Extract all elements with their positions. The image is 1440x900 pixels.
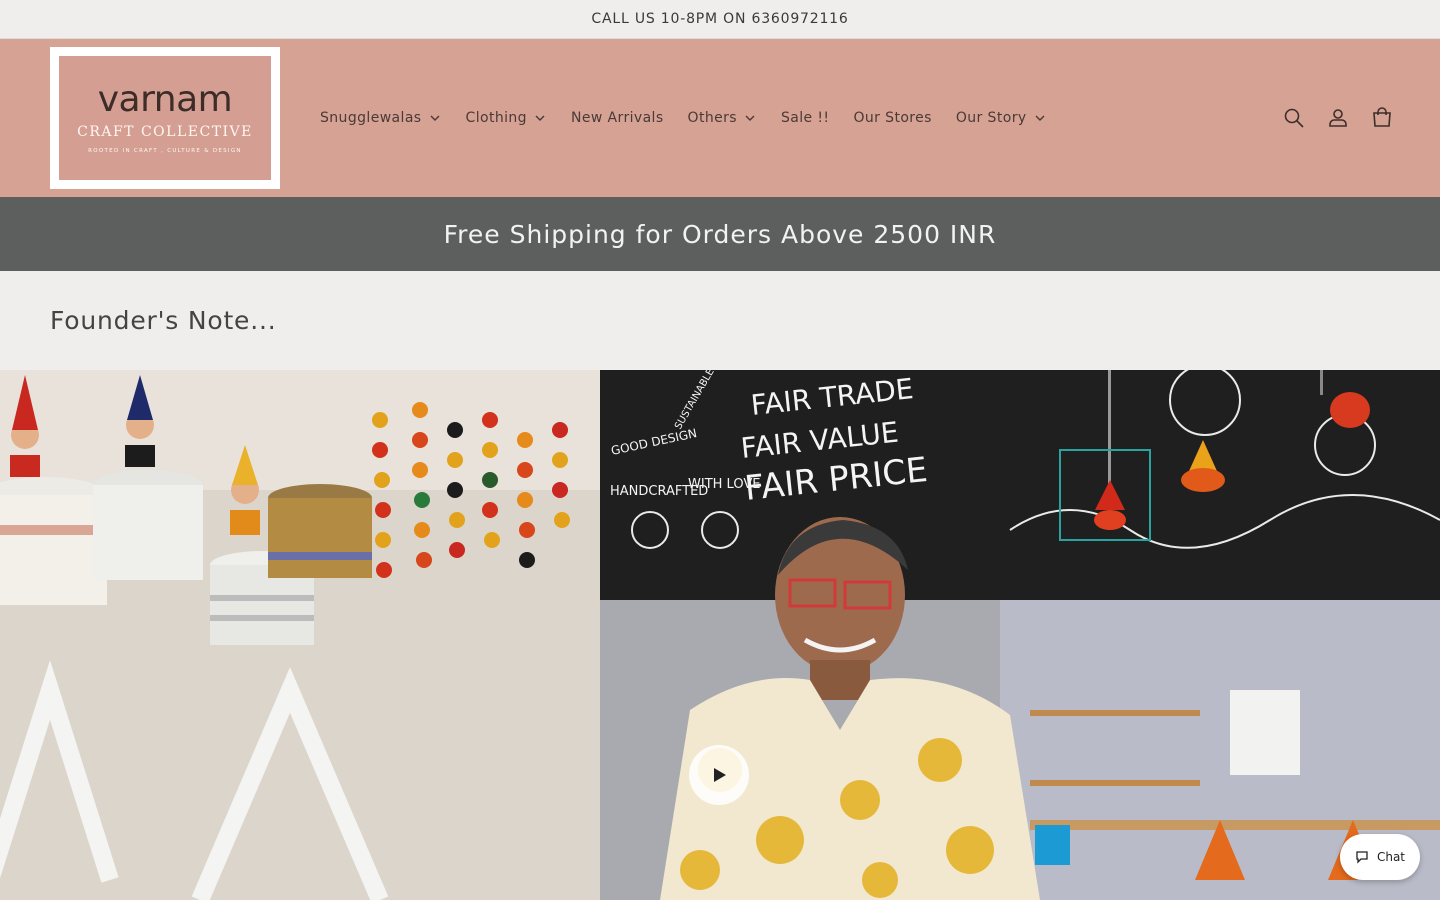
shipping-text: Free Shipping for Orders Above 2500 INR	[443, 219, 997, 249]
account-icon	[1329, 109, 1347, 127]
search-icon	[1284, 108, 1304, 128]
nav-item-label: Our Story	[955, 110, 1027, 126]
account-button[interactable]	[1326, 106, 1350, 130]
founder-section-header: Founder's Note...	[0, 271, 1440, 370]
cart-icon	[1373, 107, 1391, 127]
chevron-down-icon	[430, 115, 440, 121]
nav-item-label: Others	[687, 110, 737, 126]
nav-item-label: Clothing	[465, 110, 527, 126]
logo-subtitle: CRAFT COLLECTIVE	[77, 124, 253, 140]
cart-button[interactable]	[1370, 106, 1394, 130]
nav-item-our-stores[interactable]: Our Stores	[841, 110, 943, 126]
nav-item-clothing[interactable]: Clothing	[454, 110, 559, 126]
chevron-down-icon	[745, 115, 755, 121]
header-icons	[1282, 39, 1394, 197]
shipping-banner: Free Shipping for Orders Above 2500 INR	[0, 197, 1440, 271]
founder-video[interactable]: FAIR TRADE FAIR VALUE FAIR PRICE GOOD DE…	[0, 370, 1440, 900]
nav-item-new-arrivals[interactable]: New Arrivals	[559, 110, 676, 126]
search-button[interactable]	[1282, 106, 1306, 130]
chalk-side-4: WITH LOVE	[688, 477, 760, 492]
nav-item-label: New Arrivals	[570, 110, 664, 126]
chat-button[interactable]: Chat	[1340, 834, 1420, 880]
nav-item-label: Snugglewalas	[320, 110, 422, 126]
chevron-down-icon	[535, 115, 545, 121]
nav-item-sale[interactable]: Sale !!	[769, 110, 841, 126]
logo-inner: varnam CRAFT COLLECTIVE ROOTED IN CRAFT …	[59, 56, 271, 180]
chat-bubble-icon	[1356, 851, 1368, 864]
nav-item-others[interactable]: Others	[676, 110, 769, 126]
nav-item-our-story[interactable]: Our Story	[944, 110, 1059, 126]
site-header: varnam CRAFT COLLECTIVE ROOTED IN CRAFT …	[0, 39, 1440, 197]
main-nav: Snugglewalas Clothing New Arrivals Other…	[308, 39, 1059, 197]
logo-name: varnam	[97, 79, 233, 120]
chat-label: Chat	[1376, 850, 1406, 864]
play-icon	[714, 768, 726, 782]
chevron-down-icon	[1035, 115, 1045, 121]
section-title: Founder's Note...	[50, 306, 277, 335]
nav-item-snugglewalas[interactable]: Snugglewalas	[308, 110, 454, 126]
nav-item-label: Sale !!	[781, 110, 830, 126]
play-button[interactable]	[689, 745, 749, 805]
logo[interactable]: varnam CRAFT COLLECTIVE ROOTED IN CRAFT …	[50, 47, 280, 189]
announcement-bar: CALL US 10-8PM ON 6360972116	[0, 0, 1440, 39]
announcement-text: CALL US 10-8PM ON 6360972116	[591, 11, 849, 27]
logo-tagline: ROOTED IN CRAFT , CULTURE & DESIGN	[88, 148, 242, 154]
nav-item-label: Our Stores	[853, 110, 932, 126]
video-poster-image: FAIR TRADE FAIR VALUE FAIR PRICE GOOD DE…	[0, 370, 1440, 900]
